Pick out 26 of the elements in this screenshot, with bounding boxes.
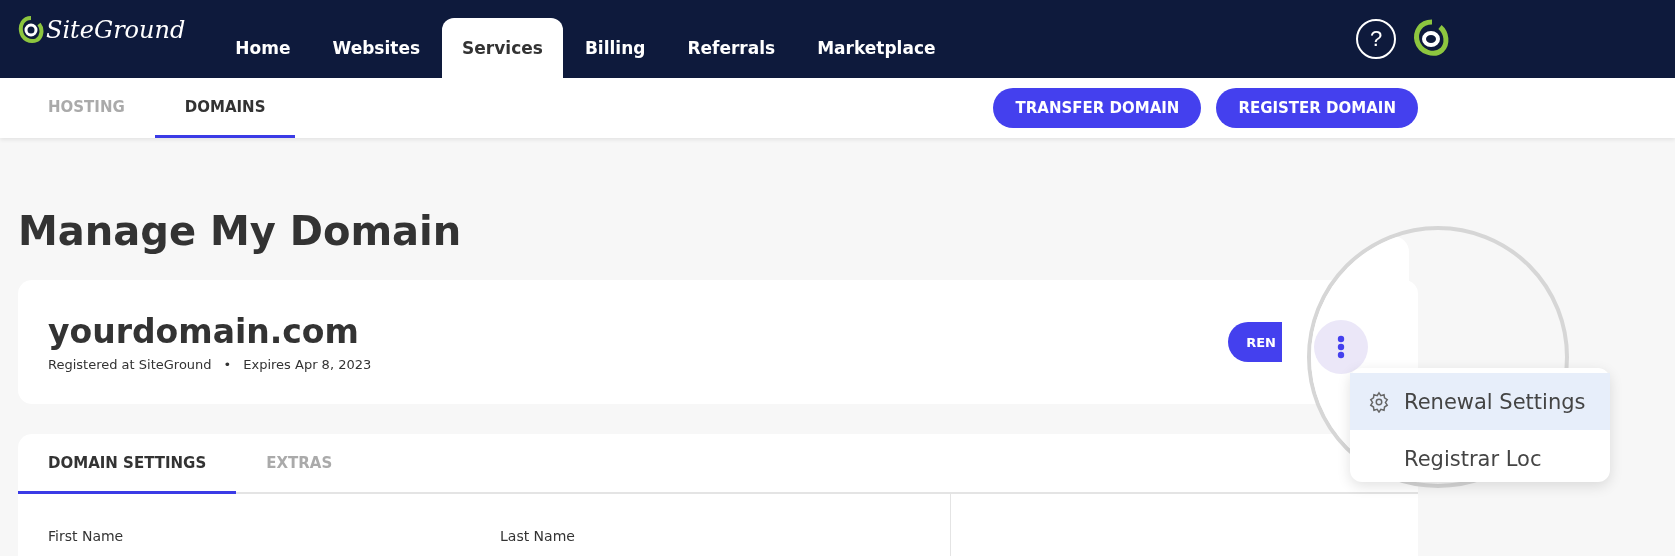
domain-name: yourdomain.com (48, 312, 360, 351)
nav-tab[interactable]: Billing (564, 18, 666, 78)
separator-dot: • (223, 357, 232, 372)
renew-button[interactable]: REN (1228, 322, 1282, 362)
nav-tab[interactable]: Websites (312, 18, 441, 78)
field-label: First Name (48, 528, 124, 544)
nav-tab[interactable]: Referrals (667, 18, 796, 78)
domain-button[interactable]: TRANSFER DOMAIN (993, 88, 1202, 128)
help-button[interactable]: ? (1356, 19, 1396, 59)
settings-icon (1368, 390, 1390, 413)
field-label: Last Name (500, 528, 575, 544)
domain-button[interactable]: REGISTER DOMAIN (1216, 88, 1418, 128)
registrar-text: Registered at SiteGround (48, 357, 212, 372)
nav-tab[interactable]: Services (442, 18, 563, 78)
nav-tab[interactable]: Home (215, 18, 311, 78)
sub-tab[interactable]: DOMAINS (154, 78, 296, 138)
menu-item[interactable]: Registrar Loc (1350, 430, 1610, 487)
more-icon (1337, 335, 1345, 359)
logo-text: SiteGround (46, 16, 186, 44)
settings-tab[interactable]: DOMAIN SETTINGS (18, 434, 237, 494)
logo-icon[interactable] (1412, 19, 1450, 59)
nav-tab[interactable]: Marketplace (797, 18, 956, 78)
expiry-text: Expires Apr 8, 2023 (243, 357, 372, 372)
menu-item[interactable]: Renewal Settings (1350, 373, 1610, 430)
page-title: Manage My Domain (18, 208, 463, 254)
logo-icon (18, 15, 44, 45)
